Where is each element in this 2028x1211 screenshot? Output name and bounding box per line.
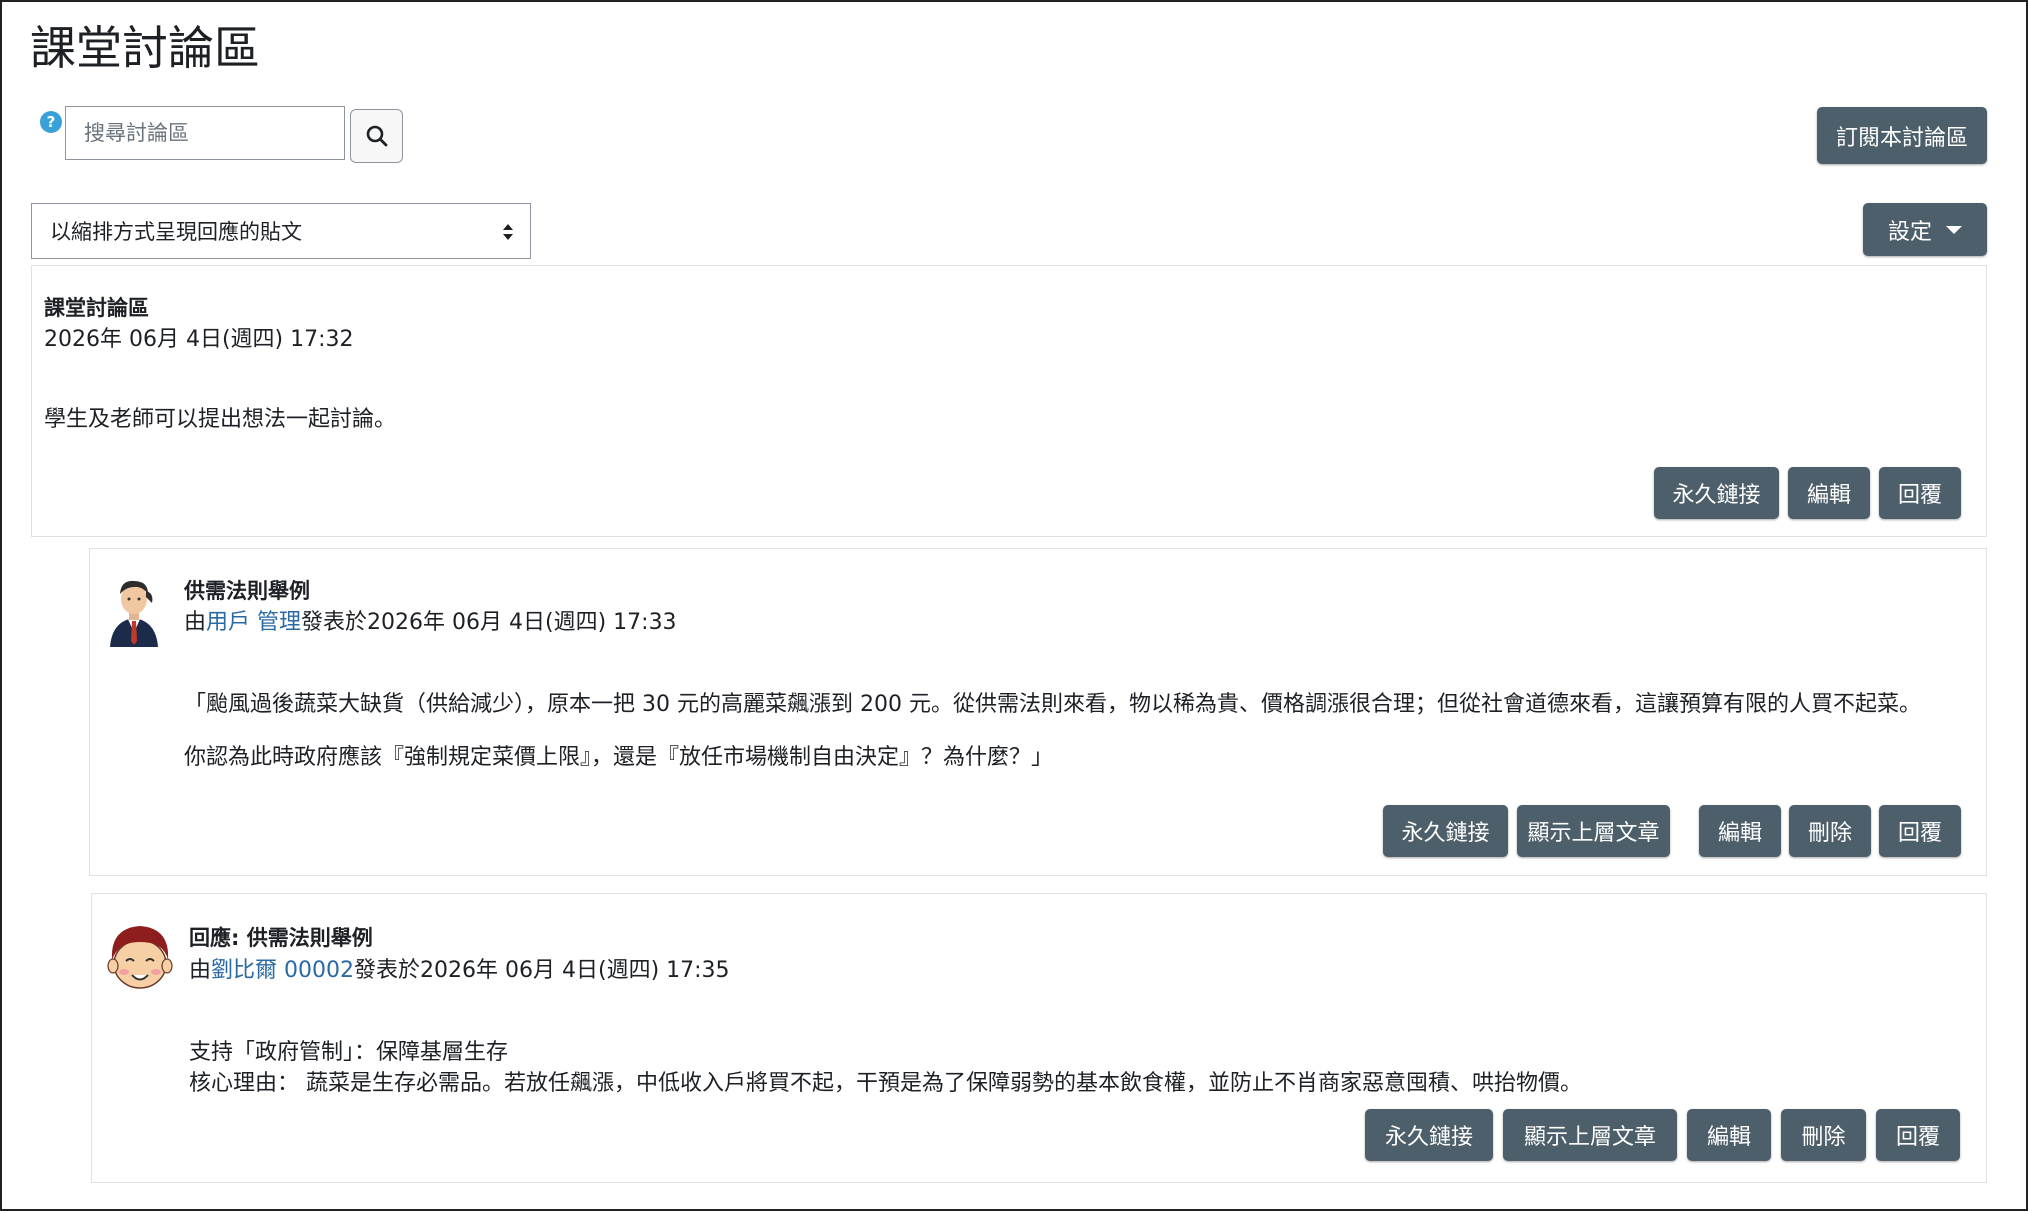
search-button[interactable] (350, 109, 403, 163)
caret-down-icon (1946, 225, 1962, 234)
search-input[interactable] (65, 106, 345, 160)
manager-avatar-icon (110, 580, 158, 647)
post-subject: 課堂討論區 (44, 296, 149, 320)
post-datetime: 2026年 06月 4日(週四) 17:33 (367, 610, 677, 635)
page-title: 課堂討論區 (30, 21, 260, 75)
edit-button[interactable]: 編輯 (1788, 467, 1870, 519)
post-byline: 由用戶 管理發表於2026年 06月 4日(週四) 17:33 (184, 604, 677, 636)
post-body-paragraph: 你認為此時政府應該『強制規定菜價上限』，還是『放任市場機制自由決定』？為什麼？」 (184, 745, 1054, 770)
display-mode-value: 以縮排方式呈現回應的貼文 (50, 220, 302, 244)
student-avatar-icon (107, 926, 173, 989)
permalink-button[interactable]: 永久鏈接 (1654, 467, 1779, 519)
discussion-post: 供需法則舉例 由用戶 管理發表於2026年 06月 4日(週四) 17:33 「… (89, 548, 1987, 876)
post-body: 學生及老師可以提出想法一起討論。 (44, 407, 397, 432)
reply-button[interactable]: 回覆 (1879, 467, 1961, 519)
post-body-paragraph: 「颱風過後蔬菜大缺貨（供給減少），原本一把 30 元的高麗菜飆漲到 200 元。… (184, 692, 1921, 717)
permalink-button[interactable]: 永久鏈接 (1365, 1109, 1493, 1161)
sort-arrows-icon (503, 224, 513, 240)
show-parent-button[interactable]: 顯示上層文章 (1517, 805, 1670, 857)
post-body-paragraph: 核心理由： 蔬菜是生存必需品。若放任飆漲，中低收入戶將買不起，干預是為了保障弱勢… (189, 1071, 1582, 1096)
display-mode-select[interactable]: 以縮排方式呈現回應的貼文 (31, 203, 531, 259)
posted-prefix: 發表於 (354, 958, 421, 983)
settings-label: 設定 (1887, 219, 1932, 245)
show-parent-button[interactable]: 顯示上層文章 (1503, 1109, 1677, 1161)
by-prefix: 由 (189, 958, 212, 983)
delete-button[interactable]: 刪除 (1789, 805, 1871, 857)
post-byline: 由劉比爾 00002發表於2026年 06月 4日(週四) 17:35 (189, 952, 730, 984)
help-icon[interactable]: ? (40, 111, 62, 133)
reply-button[interactable]: 回覆 (1876, 1109, 1960, 1161)
permalink-button[interactable]: 永久鏈接 (1383, 805, 1508, 857)
author-link[interactable]: 劉比爾 00002 (211, 958, 354, 983)
author-link[interactable]: 用戶 管理 (206, 610, 301, 635)
subscribe-button[interactable]: 訂閱本討論區 (1817, 107, 1987, 164)
forum-intro-post: 課堂討論區 2026年 06月 4日(週四) 17:32 學生及老師可以提出想法… (31, 265, 1987, 537)
posted-prefix: 發表於 (301, 610, 368, 635)
post-body-paragraph: 支持「政府管制」：保障基層生存 (189, 1040, 509, 1065)
by-prefix: 由 (184, 610, 207, 635)
settings-button[interactable]: 設定 (1863, 203, 1987, 256)
post-subject: 回應: 供需法則舉例 (189, 926, 373, 950)
reply-post: 回應: 供需法則舉例 由劉比爾 00002發表於2026年 06月 4日(週四)… (91, 893, 1987, 1183)
post-subject: 供需法則舉例 (184, 579, 310, 603)
reply-button[interactable]: 回覆 (1879, 805, 1961, 857)
edit-button[interactable]: 編輯 (1687, 1109, 1771, 1161)
search-icon (366, 125, 387, 147)
delete-button[interactable]: 刪除 (1781, 1109, 1866, 1161)
post-datetime: 2026年 06月 4日(週四) 17:35 (420, 958, 730, 983)
post-datetime: 2026年 06月 4日(週四) 17:32 (44, 327, 354, 352)
edit-button[interactable]: 編輯 (1699, 805, 1781, 857)
